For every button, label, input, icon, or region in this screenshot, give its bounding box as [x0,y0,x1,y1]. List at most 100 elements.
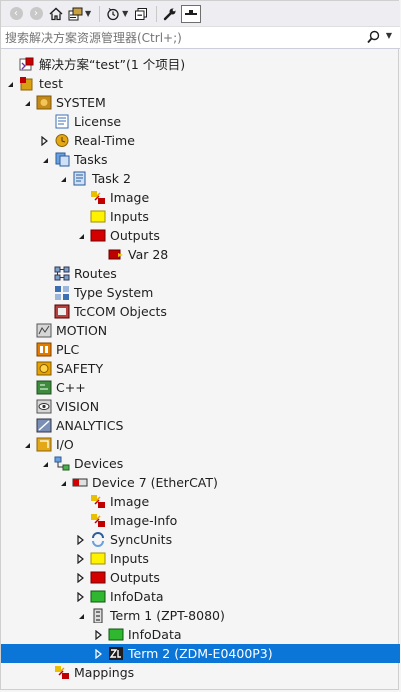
cpp-icon [36,380,52,395]
tree-item[interactable]: SAFETY [1,359,400,378]
collapsed-arrow-icon[interactable] [74,549,86,568]
tree-item-label: Tasks [74,152,108,167]
tree-item[interactable]: Tasks [1,150,400,169]
tree-item-label: SYSTEM [56,95,106,110]
image-icon [90,513,106,528]
tree-item[interactable]: Outputs [1,226,400,245]
tree-item-label: SAFETY [56,361,104,376]
tree-item-label: PLC [56,342,80,357]
io-icon [36,437,52,452]
tree-item[interactable]: PLC [1,340,400,359]
tree-item-label: Image [110,190,150,205]
image-icon [90,494,106,509]
expanded-arrow-icon[interactable] [56,473,68,492]
image-icon [90,190,106,205]
collapsed-arrow-icon[interactable] [92,644,104,663]
tree-item[interactable]: Var 28 [1,245,400,264]
tree-item[interactable]: Image [1,188,400,207]
tree-item[interactable]: Image-Info [1,511,400,530]
tree-item[interactable]: VISION [1,397,400,416]
expanded-arrow-icon[interactable] [74,606,86,625]
expanded-arrow-icon[interactable] [74,226,86,245]
motor-terminal-icon [108,646,124,661]
tree-item-label: SyncUnits [110,532,173,547]
tree-item-label: Task 2 [92,171,131,186]
tree-item-label: License [74,114,122,129]
tree-item-label: InfoData [110,589,164,604]
type-system-icon [54,285,70,300]
routes-icon [54,266,70,281]
tree-item[interactable]: License [1,112,400,131]
tree-item-label: InfoData [128,627,182,642]
tree-item[interactable]: Term 1 (ZPT-8080) [1,606,400,625]
expanded-arrow-icon[interactable] [38,150,50,169]
tree-item[interactable]: 解决方案“test”(1 个项目) [1,55,400,74]
tree-item-label: test [39,76,64,91]
tree-item-label: I/O [56,437,74,452]
chevron-down-icon[interactable]: ▼ [386,31,392,40]
collapsed-arrow-icon[interactable] [74,568,86,587]
collapsed-arrow-icon[interactable] [38,131,50,150]
tree-item[interactable]: SyncUnits [1,530,400,549]
properties-wrench-icon[interactable] [161,5,179,23]
tree-item[interactable]: Devices [1,454,400,473]
tree-item[interactable]: Inputs [1,549,400,568]
expanded-arrow-icon[interactable] [56,169,68,188]
tree-item[interactable]: ANALYTICS [1,416,400,435]
tree-item-label: VISION [56,399,100,414]
pending-changes-icon[interactable] [104,5,122,23]
tree-item[interactable]: I/O [1,435,400,454]
chevron-down-icon[interactable]: ▼ [85,9,91,18]
solution-explorer-panel: ‹ › ▼ ▼ ▼ 解决方案“test”(1 个项目) test SYSTEM Lic… [0,0,400,690]
outputs-icon [90,228,106,243]
back-icon[interactable]: ‹ [7,5,25,23]
tree-item[interactable]: Routes [1,264,400,283]
search-box[interactable]: ▼ [1,27,400,49]
tree-item[interactable]: Device 7 (EtherCAT) [1,473,400,492]
tree-item[interactable]: test [1,74,400,93]
expanded-arrow-icon[interactable] [3,74,15,93]
tree-item[interactable]: InfoData [1,587,400,606]
collapse-all-icon[interactable] [132,5,150,23]
collapsed-arrow-icon[interactable] [74,530,86,549]
collapsed-arrow-icon[interactable] [92,625,104,644]
tree-item-label: Mappings [74,665,135,680]
expanded-arrow-icon[interactable] [20,435,32,454]
search-input[interactable] [5,29,365,46]
tree-item[interactable]: Mappings [1,663,400,682]
system-icon [36,95,52,110]
tree-item[interactable]: Real-Time [1,131,400,150]
tree-item-label: MOTION [56,323,108,338]
variable-icon [108,247,124,262]
tree-item-label: Term 2 (ZDM-E0400P3) [128,646,273,661]
tree-item-label: Term 1 (ZPT-8080) [110,608,225,623]
sync-with-active-icon[interactable] [67,5,85,23]
tree-item-label: Devices [74,456,124,471]
tree-item[interactable]: Outputs [1,568,400,587]
expanded-arrow-icon[interactable] [38,454,50,473]
collapsed-arrow-icon[interactable] [74,587,86,606]
home-icon[interactable] [47,5,65,23]
inputs-icon [90,209,106,224]
preview-toggle-icon[interactable] [181,4,202,23]
expanded-arrow-icon[interactable] [20,93,32,112]
tree-item[interactable]: Term 2 (ZDM-E0400P3) [1,644,400,663]
tree-item[interactable]: Inputs [1,207,400,226]
solution-icon [19,57,35,72]
tccom-icon [54,304,70,319]
tree-item[interactable]: Type System [1,283,400,302]
tree-item[interactable]: InfoData [1,625,400,644]
tree-item[interactable]: C++ [1,378,400,397]
tree-item[interactable]: MOTION [1,321,400,340]
outputs-icon [90,570,106,585]
tree-item[interactable]: Image [1,492,400,511]
forward-icon[interactable]: › [27,5,45,23]
chevron-down-icon[interactable]: ▼ [122,9,128,18]
search-icon[interactable] [367,30,380,44]
tree-item[interactable]: Task 2 [1,169,400,188]
solution-tree: 解决方案“test”(1 个项目) test SYSTEM License Real-T… [1,55,400,682]
tree-item[interactable]: SYSTEM [1,93,400,112]
tree-item[interactable]: TcCOM Objects [1,302,400,321]
infodata-icon [108,627,124,642]
syncunits-icon [90,532,106,547]
